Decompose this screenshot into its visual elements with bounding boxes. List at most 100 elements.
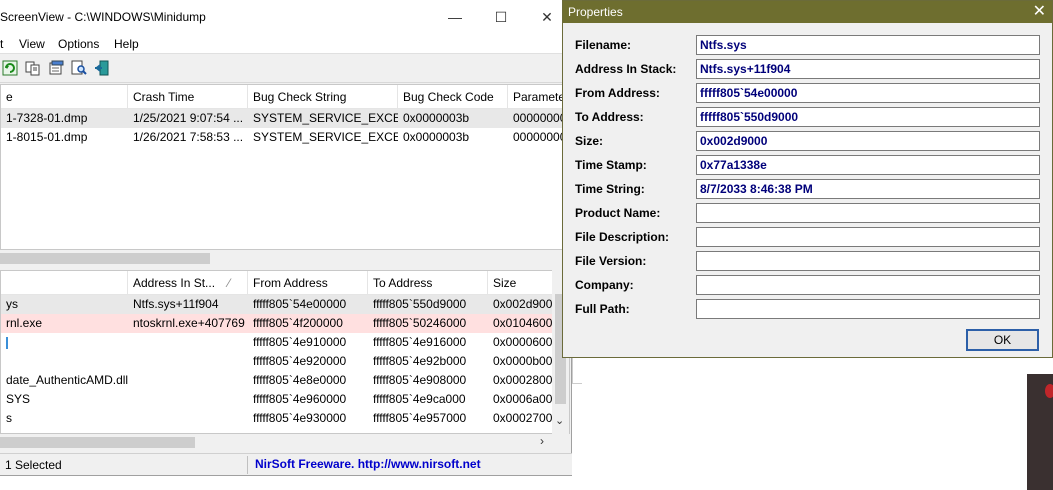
time-stamp-label: Time Stamp:: [575, 158, 647, 172]
table-row[interactable]: SYS fffff805`4e960000 fffff805`4e9ca000 …: [1, 390, 569, 409]
column-parameter[interactable]: Paramete: [508, 85, 569, 109]
file-description-value[interactable]: [696, 227, 1040, 247]
file-type-icon: [6, 336, 8, 349]
company-value[interactable]: [696, 275, 1040, 295]
properties-icon[interactable]: [47, 59, 65, 77]
status-bar: 1 Selected NirSoft Freeware. http://www.…: [0, 453, 572, 475]
scroll-down-icon[interactable]: ⌄: [555, 414, 564, 427]
maximize-button[interactable]: ☐: [478, 0, 524, 34]
cell-from-address: fffff805`54e00000: [253, 297, 347, 311]
cell-from-address: fffff805`4e930000: [253, 411, 347, 425]
from-address-label: From Address:: [575, 86, 660, 100]
selected-count: 1 Selected: [5, 458, 62, 472]
status-divider: [247, 456, 248, 474]
cell-size: 0x01046000: [493, 316, 558, 330]
address-in-stack-value[interactable]: Ntfs.sys+11f904: [696, 59, 1040, 79]
table-row[interactable]: s fffff805`4e930000 fffff805`4e957000 0x…: [1, 409, 569, 428]
cell-to-address: fffff805`50246000: [373, 316, 467, 330]
time-stamp-value[interactable]: 0x77a1338e: [696, 155, 1040, 175]
cell-filename: rnl.exe: [6, 316, 43, 330]
table-row[interactable]: ys Ntfs.sys+11f904 fffff805`54e00000 fff…: [1, 295, 569, 314]
upper-horizontal-scrollbar[interactable]: [0, 250, 570, 267]
to-address-label: To Address:: [575, 110, 644, 124]
cell-size: 0x0000b000: [493, 354, 558, 368]
cell-address-in-stack: [128, 409, 248, 428]
company-label: Company:: [575, 278, 634, 292]
column-bug-check-code[interactable]: Bug Check Code: [398, 85, 508, 109]
time-string-value[interactable]: 8/7/2033 8:46:38 PM: [696, 179, 1040, 199]
column-size[interactable]: Size: [488, 271, 558, 295]
cell-crash-time: 1/25/2021 9:07:54 ...: [133, 111, 244, 125]
cell-to-address: fffff805`4e92b000: [373, 354, 467, 368]
lower-horizontal-scrollbar[interactable]: ›: [0, 434, 570, 451]
file-version-value[interactable]: [696, 251, 1040, 271]
filename-label: Filename:: [575, 38, 632, 52]
background-image: [1027, 374, 1053, 490]
cell-address-in-stack: ntoskrnl.exe+407769: [133, 316, 245, 330]
table-row[interactable]: fffff805`4e910000 fffff805`4e916000 0x00…: [1, 333, 569, 352]
column-from-address[interactable]: From Address: [248, 271, 368, 295]
window-title: ScreenView - C:\WINDOWS\Minidump: [0, 10, 206, 24]
cell-size: 0x00028000: [493, 373, 558, 387]
title-bar: ScreenView - C:\WINDOWS\Minidump — ☐ ✕: [0, 0, 572, 34]
to-address-value[interactable]: fffff805`550d9000: [696, 107, 1040, 127]
dialog-title-bar: Properties ✕: [563, 1, 1052, 23]
cell-bug-check-string: SYSTEM_SERVICE_EXCEP...: [253, 111, 398, 125]
cell-filename: s: [6, 411, 12, 425]
scrollbar-thumb[interactable]: [0, 253, 210, 264]
cell-to-address: fffff805`4e9ca000: [373, 392, 466, 406]
main-window: ScreenView - C:\WINDOWS\Minidump — ☐ ✕ t…: [0, 0, 572, 476]
table-row[interactable]: 1-7328-01.dmp 1/25/2021 9:07:54 ... SYST…: [1, 109, 569, 128]
menu-edit[interactable]: t: [0, 37, 3, 51]
driver-list[interactable]: Address In St... ⁄ From Address To Addre…: [0, 270, 570, 434]
full-path-value[interactable]: [696, 299, 1040, 319]
column-to-address[interactable]: To Address: [368, 271, 488, 295]
cell-dump-file: 1-7328-01.dmp: [6, 111, 88, 125]
cell-from-address: fffff805`4e910000: [253, 335, 347, 349]
toolbar: [0, 55, 572, 83]
size-value[interactable]: 0x002d9000: [696, 131, 1040, 151]
menu-view[interactable]: View: [19, 37, 45, 51]
cell-size: 0x00027000: [493, 411, 558, 425]
cell-address-in-stack: [128, 371, 248, 390]
ok-button[interactable]: OK: [966, 329, 1039, 351]
cell-crash-time: 1/26/2021 7:58:53 ...: [133, 130, 244, 144]
table-row[interactable]: date_AuthenticAMD.dll fffff805`4e8e0000 …: [1, 371, 569, 390]
find-icon[interactable]: [70, 59, 88, 77]
dump-file-list[interactable]: e Crash Time Bug Check String Bug Check …: [0, 84, 570, 250]
column-crash-time[interactable]: Crash Time: [128, 85, 248, 109]
cell-bug-check-string: SYSTEM_SERVICE_EXCEP...: [253, 130, 398, 144]
copy-icon[interactable]: [24, 59, 42, 77]
cell-from-address: fffff805`4e960000: [253, 392, 347, 406]
exit-icon[interactable]: [93, 59, 111, 77]
column-bug-check-string[interactable]: Bug Check String: [248, 85, 398, 109]
table-row[interactable]: fffff805`4e920000 fffff805`4e92b000 0x00…: [1, 352, 569, 371]
minimize-button[interactable]: —: [432, 0, 478, 34]
file-version-label: File Version:: [575, 254, 647, 268]
filename-value[interactable]: Ntfs.sys: [696, 35, 1040, 55]
scroll-right-icon[interactable]: ›: [540, 434, 544, 448]
column-address-in-stack[interactable]: Address In St... ⁄: [128, 271, 248, 295]
scrollbar-thumb[interactable]: [0, 437, 195, 448]
cell-from-address: fffff805`4f200000: [253, 316, 343, 330]
nirsoft-link[interactable]: NirSoft Freeware. http://www.nirsoft.net: [255, 457, 481, 471]
from-address-value[interactable]: fffff805`54e00000: [696, 83, 1040, 103]
file-description-label: File Description:: [575, 230, 670, 244]
dialog-close-icon[interactable]: ✕: [1033, 3, 1046, 21]
column-dump-file[interactable]: e: [1, 85, 128, 109]
cell-bug-check-code: 0x0000003b: [403, 130, 470, 144]
column-address-in-stack-label: Address In St...: [133, 276, 216, 290]
cell-size: 0x002d9000: [493, 297, 558, 311]
cell-to-address: fffff805`4e957000: [373, 411, 467, 425]
menu-help[interactable]: Help: [114, 37, 139, 51]
cell-to-address: fffff805`4e908000: [373, 373, 467, 387]
driver-list-header: Address In St... ⁄ From Address To Addre…: [1, 271, 569, 295]
menu-options[interactable]: Options: [58, 37, 99, 51]
cell-size: 0x00006000: [493, 335, 558, 349]
refresh-icon[interactable]: [1, 59, 19, 77]
sort-indicator-icon: ⁄: [228, 276, 231, 290]
table-row[interactable]: 1-8015-01.dmp 1/26/2021 7:58:53 ... SYST…: [1, 128, 569, 147]
table-row[interactable]: rnl.exe ntoskrnl.exe+407769 fffff805`4f2…: [1, 314, 569, 333]
column-filename[interactable]: [1, 271, 128, 295]
product-name-value[interactable]: [696, 203, 1040, 223]
